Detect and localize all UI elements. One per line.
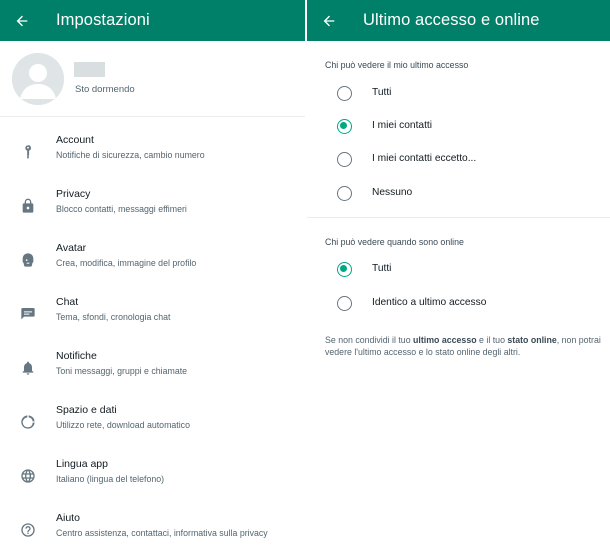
menu-item-subtitle: Blocco contatti, messaggi effimeri (56, 204, 187, 214)
menu-item-label: Avatar (56, 242, 87, 254)
settings-pane: Impostazioni Sto dormendo Account Notifi… (0, 0, 305, 553)
last-seen-heading: Chi può vedere il mio ultimo accesso (325, 60, 469, 70)
menu-item-privacy[interactable]: Privacy Blocco contatti, messaggi effime… (0, 187, 305, 241)
online-option-same-as-last-seen[interactable]: Identico a ultimo accesso (307, 289, 610, 319)
page-title: Impostazioni (56, 11, 150, 29)
last-seen-option-tutti[interactable]: Tutti (307, 79, 610, 109)
help-icon (19, 521, 37, 539)
lock-icon (19, 197, 37, 215)
menu-item-subtitle: Centro assistenza, contattaci, informati… (56, 528, 268, 538)
menu-item-subtitle: Toni messaggi, gruppi e chiamate (56, 366, 188, 376)
radio-button-selected[interactable] (337, 119, 352, 134)
profile-row[interactable]: Sto dormendo (0, 41, 305, 117)
option-label: Tutti (372, 87, 392, 98)
page-title: Ultimo accesso e online (363, 11, 540, 29)
menu-item-notifications[interactable]: Notifiche Toni messaggi, gruppi e chiama… (0, 349, 305, 403)
privacy-note: Se non condividi il tuo ultimo accesso e… (325, 334, 607, 358)
option-label: I miei contatti (372, 120, 433, 131)
profile-status: Sto dormendo (75, 84, 135, 95)
bell-icon (19, 359, 37, 377)
menu-item-help[interactable]: Aiuto Centro assistenza, contattaci, inf… (0, 511, 305, 553)
arrow-left-icon (323, 15, 335, 26)
menu-item-avatar[interactable]: Avatar Crea, modifica, immagine del prof… (0, 241, 305, 295)
menu-item-label: Privacy (56, 188, 91, 200)
note-bold: ultimo accesso (413, 335, 477, 345)
default-avatar-icon (12, 53, 64, 105)
globe-icon (19, 467, 37, 485)
section-divider (307, 217, 610, 218)
menu-item-chat[interactable]: Chat Tema, sfondi, cronologia chat (0, 295, 305, 349)
chat-icon (19, 305, 37, 323)
last-seen-pane: Ultimo accesso e online Chi può vedere i… (307, 0, 610, 553)
menu-item-label: Chat (56, 296, 79, 308)
arrow-left-icon (16, 15, 28, 26)
menu-item-label: Notifiche (56, 350, 97, 362)
option-label: Identico a ultimo accesso (372, 297, 487, 308)
storage-icon (19, 413, 37, 431)
menu-item-label: Aiuto (56, 512, 80, 524)
back-button[interactable] (309, 0, 349, 41)
menu-item-subtitle: Utilizzo rete, download automatico (56, 420, 190, 430)
last-seen-option-contacts[interactable]: I miei contatti (307, 112, 610, 142)
menu-item-subtitle: Tema, sfondi, cronologia chat (56, 312, 171, 322)
note-text: e il tuo (476, 335, 508, 345)
option-label: I miei contatti eccetto... (372, 153, 477, 164)
key-icon (19, 143, 37, 161)
last-seen-app-bar: Ultimo accesso e online (307, 0, 610, 41)
menu-item-subtitle: Notifiche di sicurezza, cambio numero (56, 150, 205, 160)
menu-item-account[interactable]: Account Notifiche di sicurezza, cambio n… (0, 133, 305, 187)
radio-button[interactable] (337, 86, 352, 101)
online-option-tutti[interactable]: Tutti (307, 255, 610, 285)
menu-item-label: Lingua app (56, 458, 108, 470)
option-label: Tutti (372, 263, 392, 274)
radio-button[interactable] (337, 296, 352, 311)
profile-name-redacted (74, 62, 105, 77)
avatar-icon (19, 251, 37, 269)
menu-item-storage[interactable]: Spazio e dati Utilizzo rete, download au… (0, 403, 305, 457)
last-seen-option-contacts-except[interactable]: I miei contatti eccetto... (307, 145, 610, 175)
radio-button-selected[interactable] (337, 262, 352, 277)
menu-item-label: Spazio e dati (56, 404, 117, 416)
radio-button[interactable] (337, 152, 352, 167)
note-text: Se non condividi il tuo (325, 335, 414, 345)
menu-item-language[interactable]: Lingua app Italiano (lingua del telefono… (0, 457, 305, 511)
avatar[interactable] (12, 53, 64, 105)
settings-app-bar: Impostazioni (0, 0, 305, 41)
radio-button[interactable] (337, 186, 352, 201)
menu-item-subtitle: Crea, modifica, immagine del profilo (56, 258, 197, 268)
menu-item-label: Account (56, 134, 94, 146)
option-label: Nessuno (372, 187, 413, 198)
online-heading: Chi può vedere quando sono online (325, 237, 464, 247)
back-button[interactable] (2, 0, 42, 41)
last-seen-option-nobody[interactable]: Nessuno (307, 179, 610, 209)
note-bold: stato online (507, 335, 557, 345)
menu-item-subtitle: Italiano (lingua del telefono) (56, 474, 165, 484)
